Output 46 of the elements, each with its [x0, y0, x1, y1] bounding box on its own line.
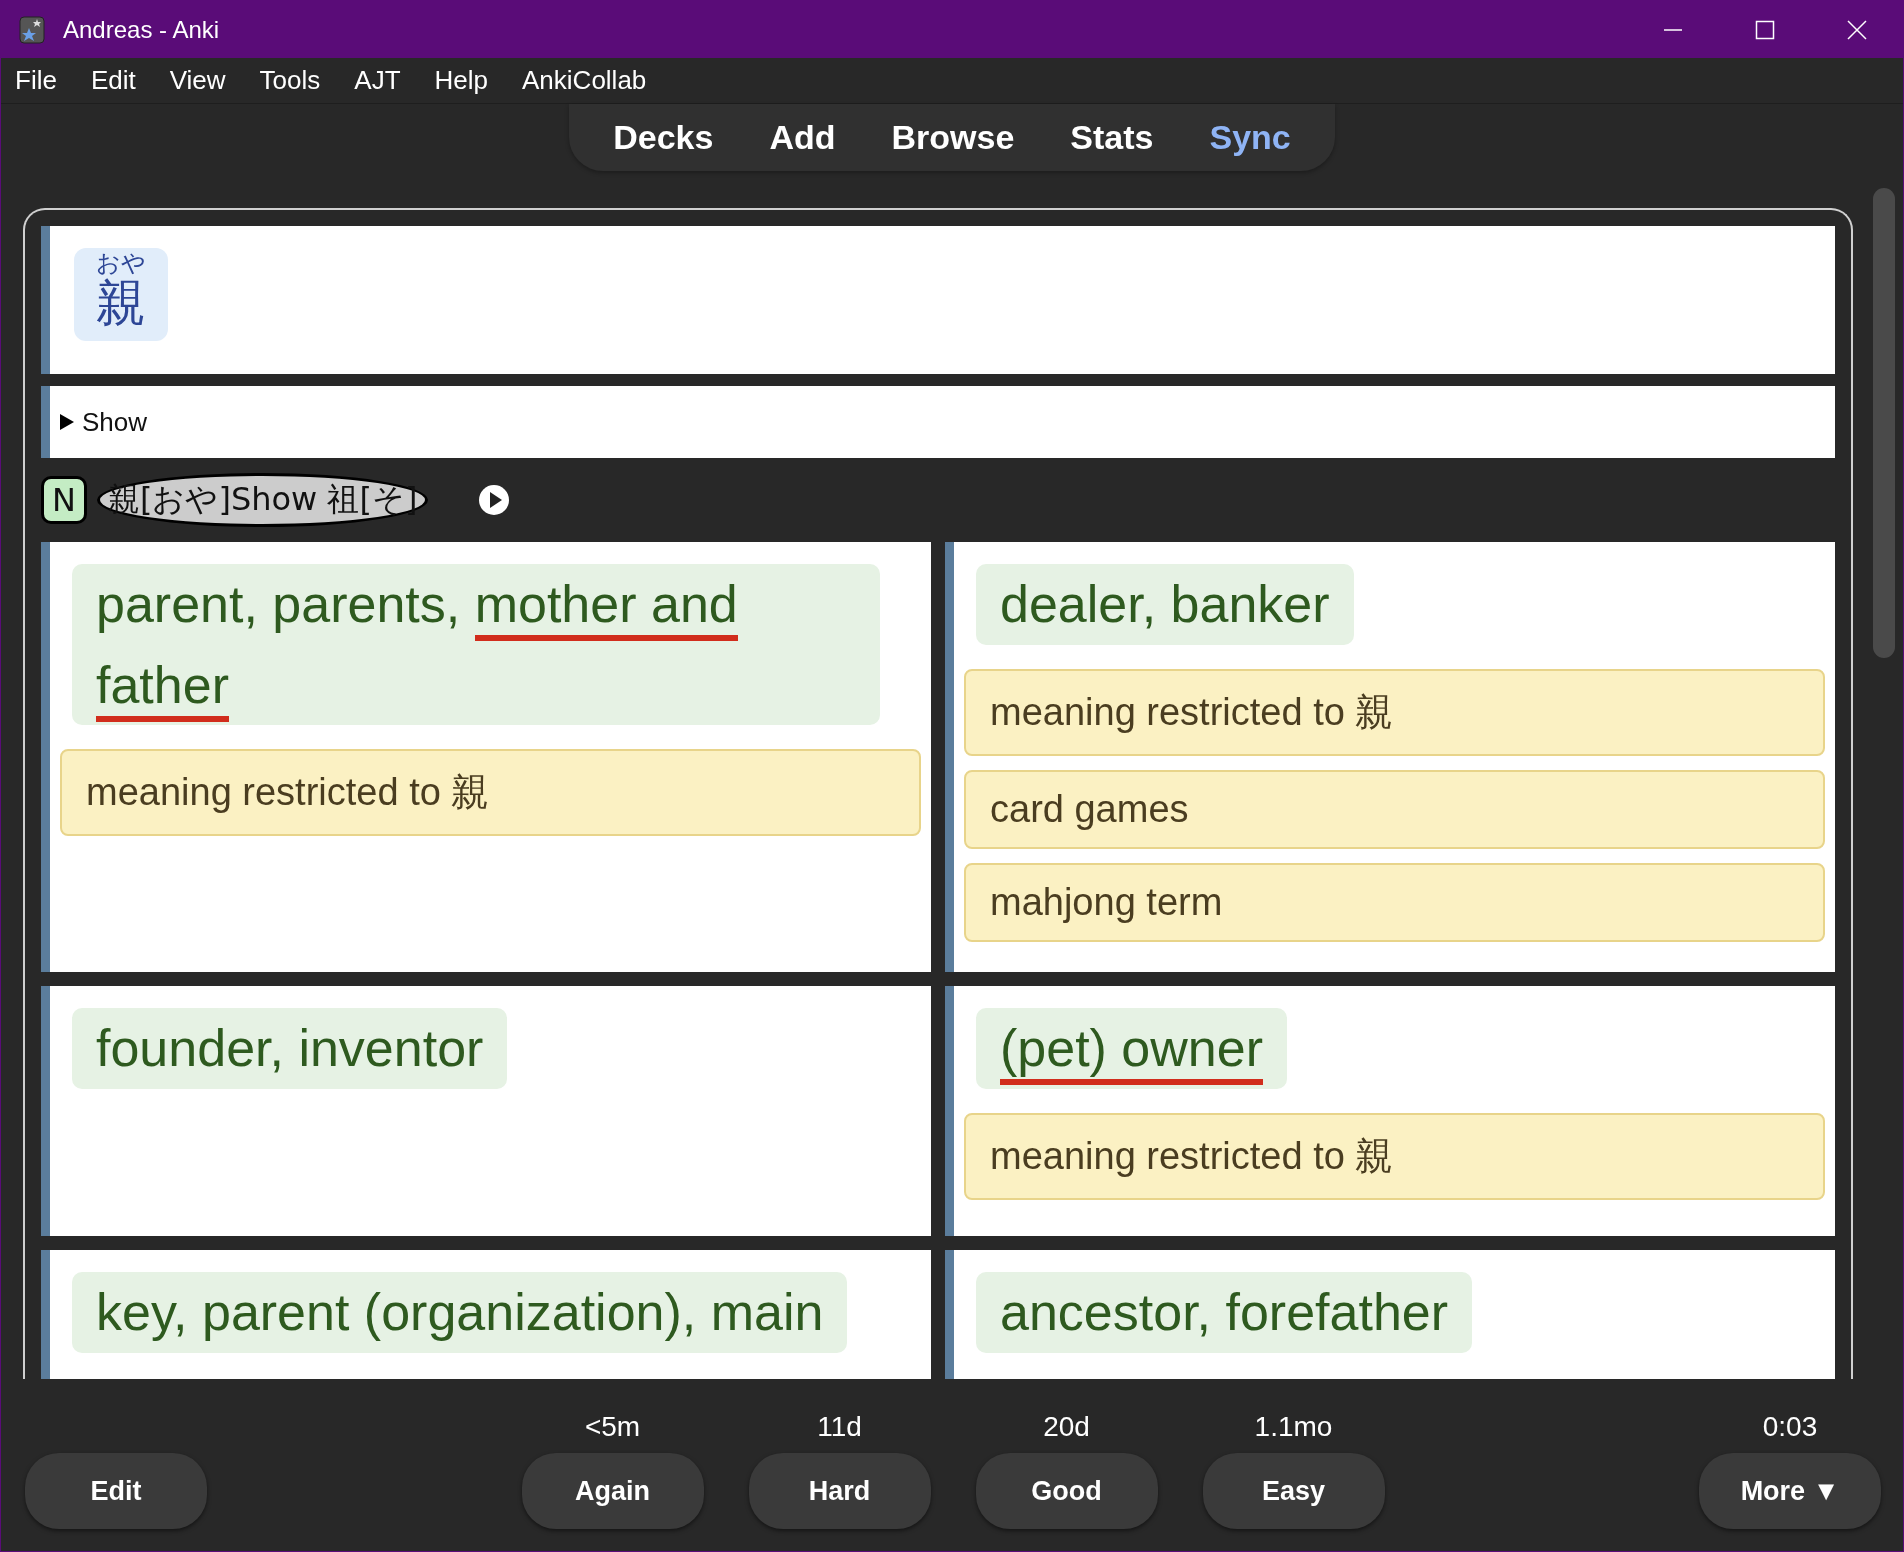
answer-button[interactable]: Again — [521, 1453, 704, 1529]
interval-label: 11d — [817, 1411, 862, 1443]
usage-note: mahjong term — [964, 862, 1825, 942]
toolbar-link[interactable]: Decks — [613, 118, 714, 157]
reading: おや — [96, 250, 146, 277]
window-title: Andreas - Anki — [63, 15, 220, 44]
app-icon — [19, 15, 45, 44]
maximize-icon[interactable] — [1755, 19, 1775, 40]
usage-note: meaning restricted to 親 — [964, 668, 1825, 756]
edit-button[interactable]: Edit — [25, 1453, 207, 1529]
toolbar-link[interactable]: Browse — [891, 118, 1015, 157]
usage-note: meaning restricted to 親 — [964, 1112, 1825, 1200]
answer-button[interactable]: Hard — [748, 1453, 931, 1529]
pitch-tag: 親[おや]Show 祖[そ] — [96, 473, 429, 527]
usage-note: meaning restricted to 親 — [60, 749, 921, 837]
answer-button[interactable]: Easy — [1202, 1453, 1385, 1529]
scrollbar-thumb[interactable] — [1873, 188, 1895, 658]
interval-label: <5m — [584, 1411, 641, 1443]
toolbar-link[interactable]: Add — [769, 118, 836, 157]
menu-item[interactable]: AnkiCollab — [522, 65, 647, 96]
menu-item[interactable]: AJT — [354, 65, 401, 96]
disclosure-triangle-icon[interactable] — [60, 414, 74, 430]
answer-button[interactable]: Good — [975, 1453, 1158, 1529]
interval-label: 20d — [1043, 1411, 1090, 1443]
menu-item[interactable]: Tools — [259, 65, 321, 96]
close-icon[interactable] — [1847, 19, 1867, 40]
timer: 0:03 — [1762, 1411, 1818, 1443]
menu-item[interactable]: Help — [434, 65, 489, 96]
gloss: parent, parents, mother and father — [72, 564, 880, 726]
menu-item[interactable]: View — [169, 65, 226, 96]
interval-label: 1.1mo — [1254, 1411, 1333, 1443]
more-button[interactable]: More ▼ — [1699, 1453, 1881, 1529]
usage-note: card games — [964, 769, 1825, 849]
gloss: (pet) owner — [976, 1008, 1287, 1089]
gloss: founder, inventor — [72, 1008, 508, 1089]
word: 親 — [96, 276, 146, 332]
play-icon[interactable] — [478, 484, 511, 516]
show-toggle[interactable]: Show — [82, 406, 148, 438]
level-badge: N — [41, 476, 87, 524]
menu-item[interactable]: File — [15, 65, 57, 96]
toolbar-link[interactable]: Stats — [1070, 118, 1154, 157]
gloss: ancestor, forefather — [976, 1272, 1473, 1353]
gloss: key, parent (organization), main — [72, 1272, 848, 1353]
menu-item[interactable]: Edit — [90, 65, 136, 96]
gloss: dealer, banker — [976, 564, 1354, 645]
toolbar-link[interactable]: Sync — [1209, 118, 1291, 157]
